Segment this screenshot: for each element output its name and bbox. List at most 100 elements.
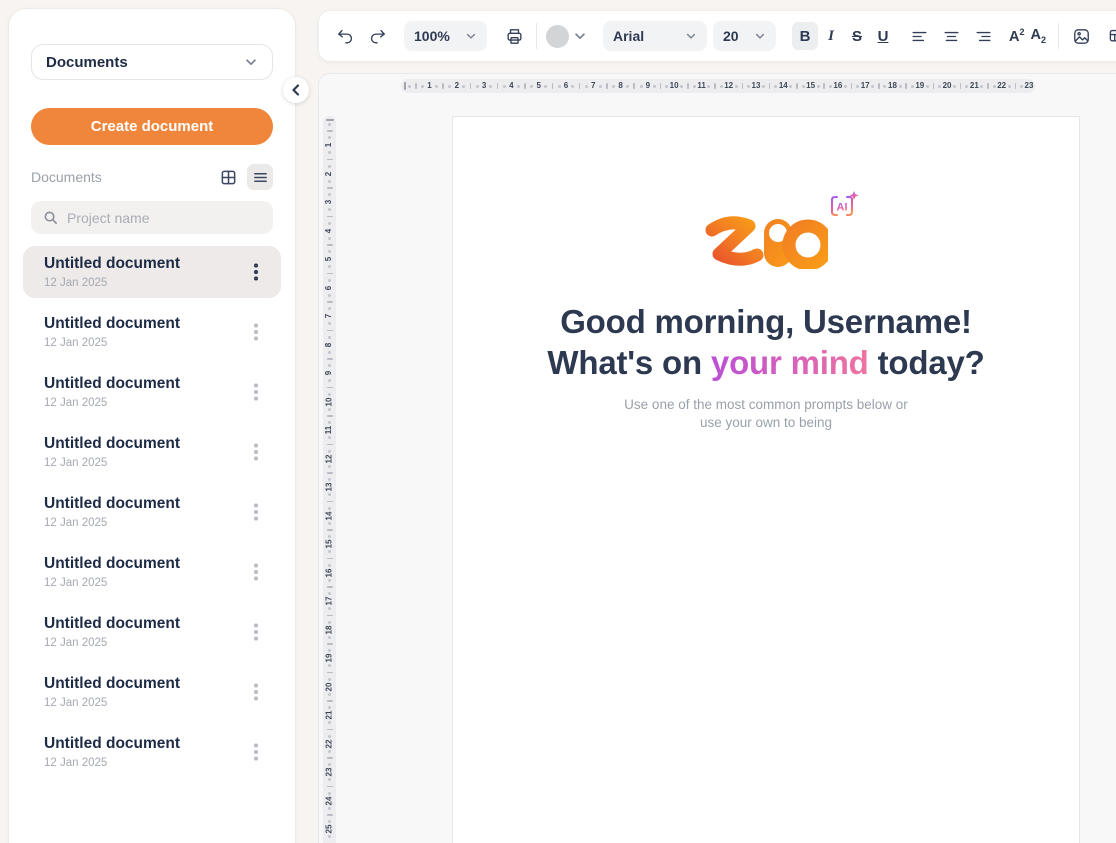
search-input[interactable] [67,210,261,226]
ruler-number: 18 [326,625,334,634]
collapse-sidebar-icon [290,84,302,96]
ruler-unit: 9 [624,79,651,93]
font-size-dropdown[interactable]: 20 [713,21,776,51]
document-meta: Untitled document12 Jan 2025 [44,495,243,529]
zio-logo: AI [704,207,828,269]
sidebar: Documents Create document Documents Unti… [8,8,296,843]
ruler-number: 8 [325,342,333,346]
document-menu-button[interactable] [243,257,269,287]
ruler-unit: 23 [323,748,336,777]
toolbar-divider [1058,23,1059,49]
document-list-item[interactable]: Untitled document12 Jan 2025 [23,306,281,358]
ruler-number: 1 [427,82,431,90]
undo-button[interactable] [332,23,358,49]
underline-button[interactable]: U [870,22,896,50]
ruler-number: 22 [326,739,334,748]
document-menu-button[interactable] [243,317,269,347]
document-menu-button[interactable] [243,377,269,407]
document-meta: Untitled document12 Jan 2025 [44,555,243,589]
document-list-item[interactable]: Untitled document12 Jan 2025 [23,246,281,298]
text-color-picker[interactable] [546,25,587,48]
document-list-item[interactable]: Untitled document12 Jan 2025 [23,606,281,658]
kebab-menu-icon [254,690,258,694]
create-document-button[interactable]: Create document [31,108,273,145]
ruler-number: 20 [326,682,334,691]
ruler-unit: 5 [323,235,336,264]
align-center-button[interactable] [938,23,964,49]
document-list-item[interactable]: Untitled document12 Jan 2025 [23,426,281,478]
redo-button[interactable] [364,23,390,49]
ruler-number: 3 [325,200,333,204]
ruler-number: 2 [455,82,459,90]
grid-view-button[interactable] [215,164,241,190]
document-meta: Untitled document12 Jan 2025 [44,315,243,349]
strikethrough-button[interactable]: S [844,22,870,50]
align-right-button[interactable] [970,23,996,49]
ruler-unit: 11 [679,79,706,93]
ruler-number: 6 [325,285,333,289]
ruler-number: 21 [326,711,334,720]
kebab-menu-icon [254,270,258,274]
ruler-number: 22 [997,82,1006,90]
insert-image-button[interactable] [1068,23,1094,49]
document-title: Untitled document [44,315,243,333]
subscript-button[interactable]: A2 [1028,27,1050,45]
ruler-number: 7 [325,314,333,318]
workspace-selector-dropdown[interactable]: Documents [31,44,273,80]
document-list-item[interactable]: Untitled document12 Jan 2025 [23,546,281,598]
document-list-item[interactable]: Untitled document12 Jan 2025 [23,666,281,718]
zoom-level-dropdown[interactable]: 100% [404,21,487,51]
ruler-unit: 20 [323,662,336,691]
collapse-sidebar-button[interactable] [283,77,309,103]
document-meta: Untitled document12 Jan 2025 [44,615,243,649]
ruler-unit: 14 [760,79,787,93]
document-menu-button[interactable] [243,737,269,767]
ruler-unit: 12 [706,79,733,93]
list-view-icon [252,169,269,186]
document-date: 12 Jan 2025 [44,457,243,469]
document-menu-button[interactable] [243,677,269,707]
document-menu-button[interactable] [243,497,269,527]
ruler-unit: 21 [323,691,336,720]
document-title: Untitled document [44,735,243,753]
undo-icon [336,27,355,46]
ruler-number: 5 [536,82,540,90]
view-toggle-group [215,164,273,190]
align-center-icon [942,27,961,46]
document-page[interactable]: AI Good morning, Username! What's on you… [452,116,1080,843]
superscript-button[interactable]: A2 [1006,27,1028,45]
subtitle-line1: Use one of the most common prompts below… [624,397,908,412]
printer-icon [505,27,524,46]
document-menu-button[interactable] [243,617,269,647]
ruler-number: 13 [326,483,334,492]
document-list-item[interactable]: Untitled document12 Jan 2025 [23,366,281,418]
chevron-down-icon [465,30,477,42]
list-view-button[interactable] [247,164,273,190]
zoom-level-value: 100% [414,28,450,44]
bold-button[interactable]: B [792,22,818,50]
chevron-down-icon [754,30,766,42]
align-left-icon [910,27,929,46]
ruler-unit: 25 [323,805,336,834]
ruler-unit: 8 [597,79,624,93]
horizontal-ruler: 1234567891011121314151617181920212223 [401,79,1035,93]
ruler-number: 15 [326,540,334,549]
document-meta: Untitled document12 Jan 2025 [44,735,243,769]
document-menu-button[interactable] [243,557,269,587]
ruler-unit: 1 [406,79,433,93]
document-menu-button[interactable] [243,437,269,467]
superscript-mark: 2 [1019,27,1024,37]
greeting-subtitle: Use one of the most common prompts below… [624,396,908,432]
document-list-item[interactable]: Untitled document12 Jan 2025 [23,486,281,538]
ruler-number: 5 [325,257,333,261]
print-button[interactable] [501,23,527,49]
ai-badge-label: AI [837,202,848,214]
ruler-unit: 17 [842,79,869,93]
italic-button[interactable]: I [818,22,844,50]
document-list-item[interactable]: Untitled document12 Jan 2025 [23,726,281,778]
align-left-button[interactable] [906,23,932,49]
ruler-unit: 3 [323,178,336,207]
font-family-dropdown[interactable]: Arial [603,21,707,51]
insert-table-button[interactable] [1104,23,1116,49]
ruler-unit: 26 [323,833,336,843]
